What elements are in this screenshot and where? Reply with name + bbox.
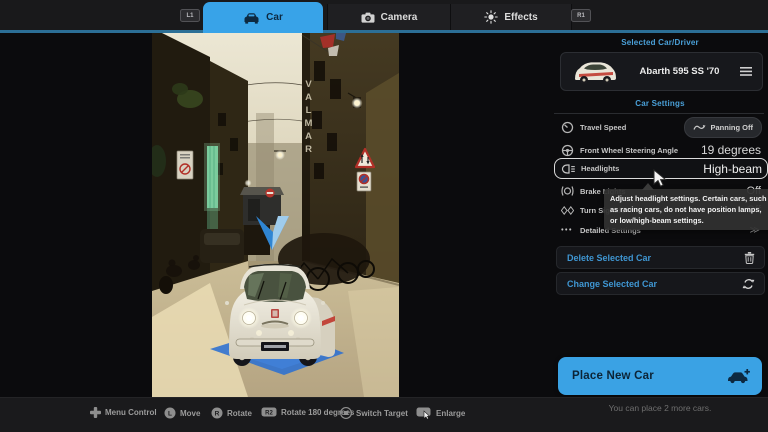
- hint-rotate: R Rotate: [211, 407, 252, 419]
- tab-camera-label: Camera: [381, 12, 418, 23]
- selected-car-header: Selected Car/Driver: [552, 38, 768, 47]
- right-stick-icon: R: [211, 407, 223, 419]
- steering-angle-label: Front Wheel Steering Angle: [580, 146, 678, 155]
- left-stick-icon: L: [164, 407, 176, 419]
- touchpad-icon: [416, 407, 432, 420]
- car-settings-header: Car Settings: [552, 99, 768, 108]
- steering-wheel-icon: [557, 144, 577, 157]
- camera-icon: [361, 12, 375, 23]
- detailed-settings-icon: •••: [557, 227, 577, 234]
- selected-car-card[interactable]: Abarth 595 SS '70: [560, 52, 763, 91]
- tab-camera[interactable]: Camera: [327, 4, 451, 30]
- tab-effects-label: Effects: [504, 12, 537, 23]
- steering-angle-value: 19 degrees: [701, 143, 761, 157]
- top-tab-bar: L1 Camera Effects Car R1: [0, 0, 768, 30]
- brake-lights-icon: [557, 186, 577, 196]
- headlights-value: High-beam: [703, 162, 762, 176]
- street-scene: [152, 33, 399, 397]
- r1-shoulder-button[interactable]: R1: [571, 9, 591, 22]
- tab-effects[interactable]: Effects: [450, 4, 572, 30]
- hint-switch-target: Switch Target: [340, 407, 408, 419]
- travel-speed-label: Travel Speed: [580, 123, 626, 132]
- car-icon: [243, 12, 260, 24]
- turn-signals-icon: [557, 206, 577, 215]
- travel-speed-icon: [557, 121, 577, 134]
- mouse-cursor: [653, 169, 667, 193]
- r2-button-icon: R2: [261, 407, 277, 417]
- tab-car-label: Car: [266, 12, 283, 23]
- kiosk-awning: [240, 187, 284, 195]
- trash-icon: [744, 252, 755, 264]
- car-thumbnail: [571, 59, 619, 85]
- photo-sign-text: VALMAR: [298, 79, 314, 157]
- panning-icon: [693, 122, 706, 132]
- place-new-car-button[interactable]: Place New Car: [558, 357, 762, 395]
- screen: L1 Camera Effects Car R1: [0, 0, 768, 432]
- svg-text:R2: R2: [265, 410, 273, 416]
- hint-enlarge: Enlarge: [416, 407, 465, 420]
- placement-hint: You can place 2 more cars.: [552, 403, 768, 413]
- headlights-tooltip: Adjust headlight settings. Certain cars,…: [604, 189, 768, 230]
- hint-move: L Move: [164, 407, 200, 419]
- row-travel-speed[interactable]: Travel Speed Panning Off: [554, 115, 766, 139]
- square-button-icon: [340, 407, 352, 419]
- headlights-label: Headlights: [581, 164, 619, 173]
- dpad-icon: [90, 407, 101, 418]
- green-scaffold: [207, 146, 218, 208]
- delete-selected-car-button[interactable]: Delete Selected Car: [556, 246, 765, 269]
- svg-text:R: R: [215, 410, 220, 417]
- panning-toggle[interactable]: Panning Off: [684, 117, 763, 138]
- l1-shoulder-button[interactable]: L1: [180, 9, 200, 22]
- car-plus-icon: [726, 369, 750, 384]
- effects-icon: [484, 10, 498, 24]
- divider: [554, 113, 764, 114]
- selected-car-name: Abarth 595 SS '70: [619, 66, 740, 77]
- photo-viewport[interactable]: VALMAR: [152, 33, 399, 397]
- headlights-icon: [558, 164, 578, 174]
- tab-car[interactable]: Car: [203, 2, 323, 33]
- swap-icon: [742, 278, 755, 290]
- change-selected-car-button[interactable]: Change Selected Car: [556, 272, 765, 295]
- svg-text:L: L: [168, 410, 172, 417]
- hamburger-icon[interactable]: [740, 67, 752, 76]
- settings-panel: Selected Car/Driver Abarth 595 SS '70 Ca…: [552, 33, 768, 397]
- hint-menu-control: Menu Control: [90, 407, 157, 418]
